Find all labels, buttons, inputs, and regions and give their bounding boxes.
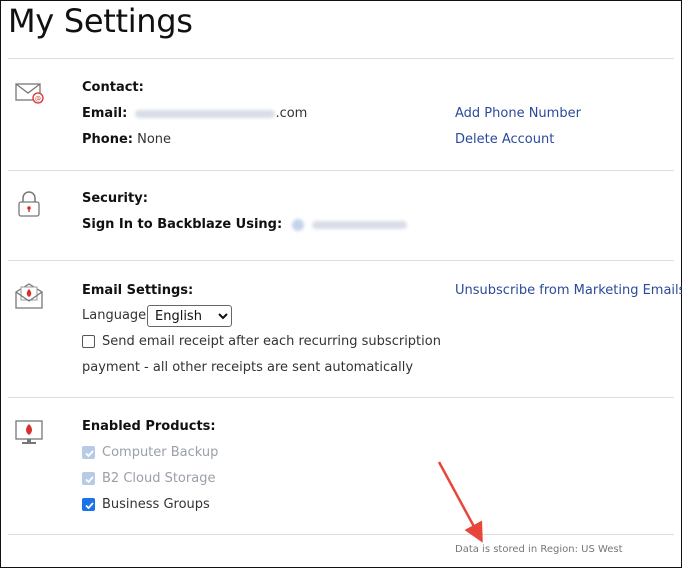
annotation-arrow xyxy=(437,461,483,543)
